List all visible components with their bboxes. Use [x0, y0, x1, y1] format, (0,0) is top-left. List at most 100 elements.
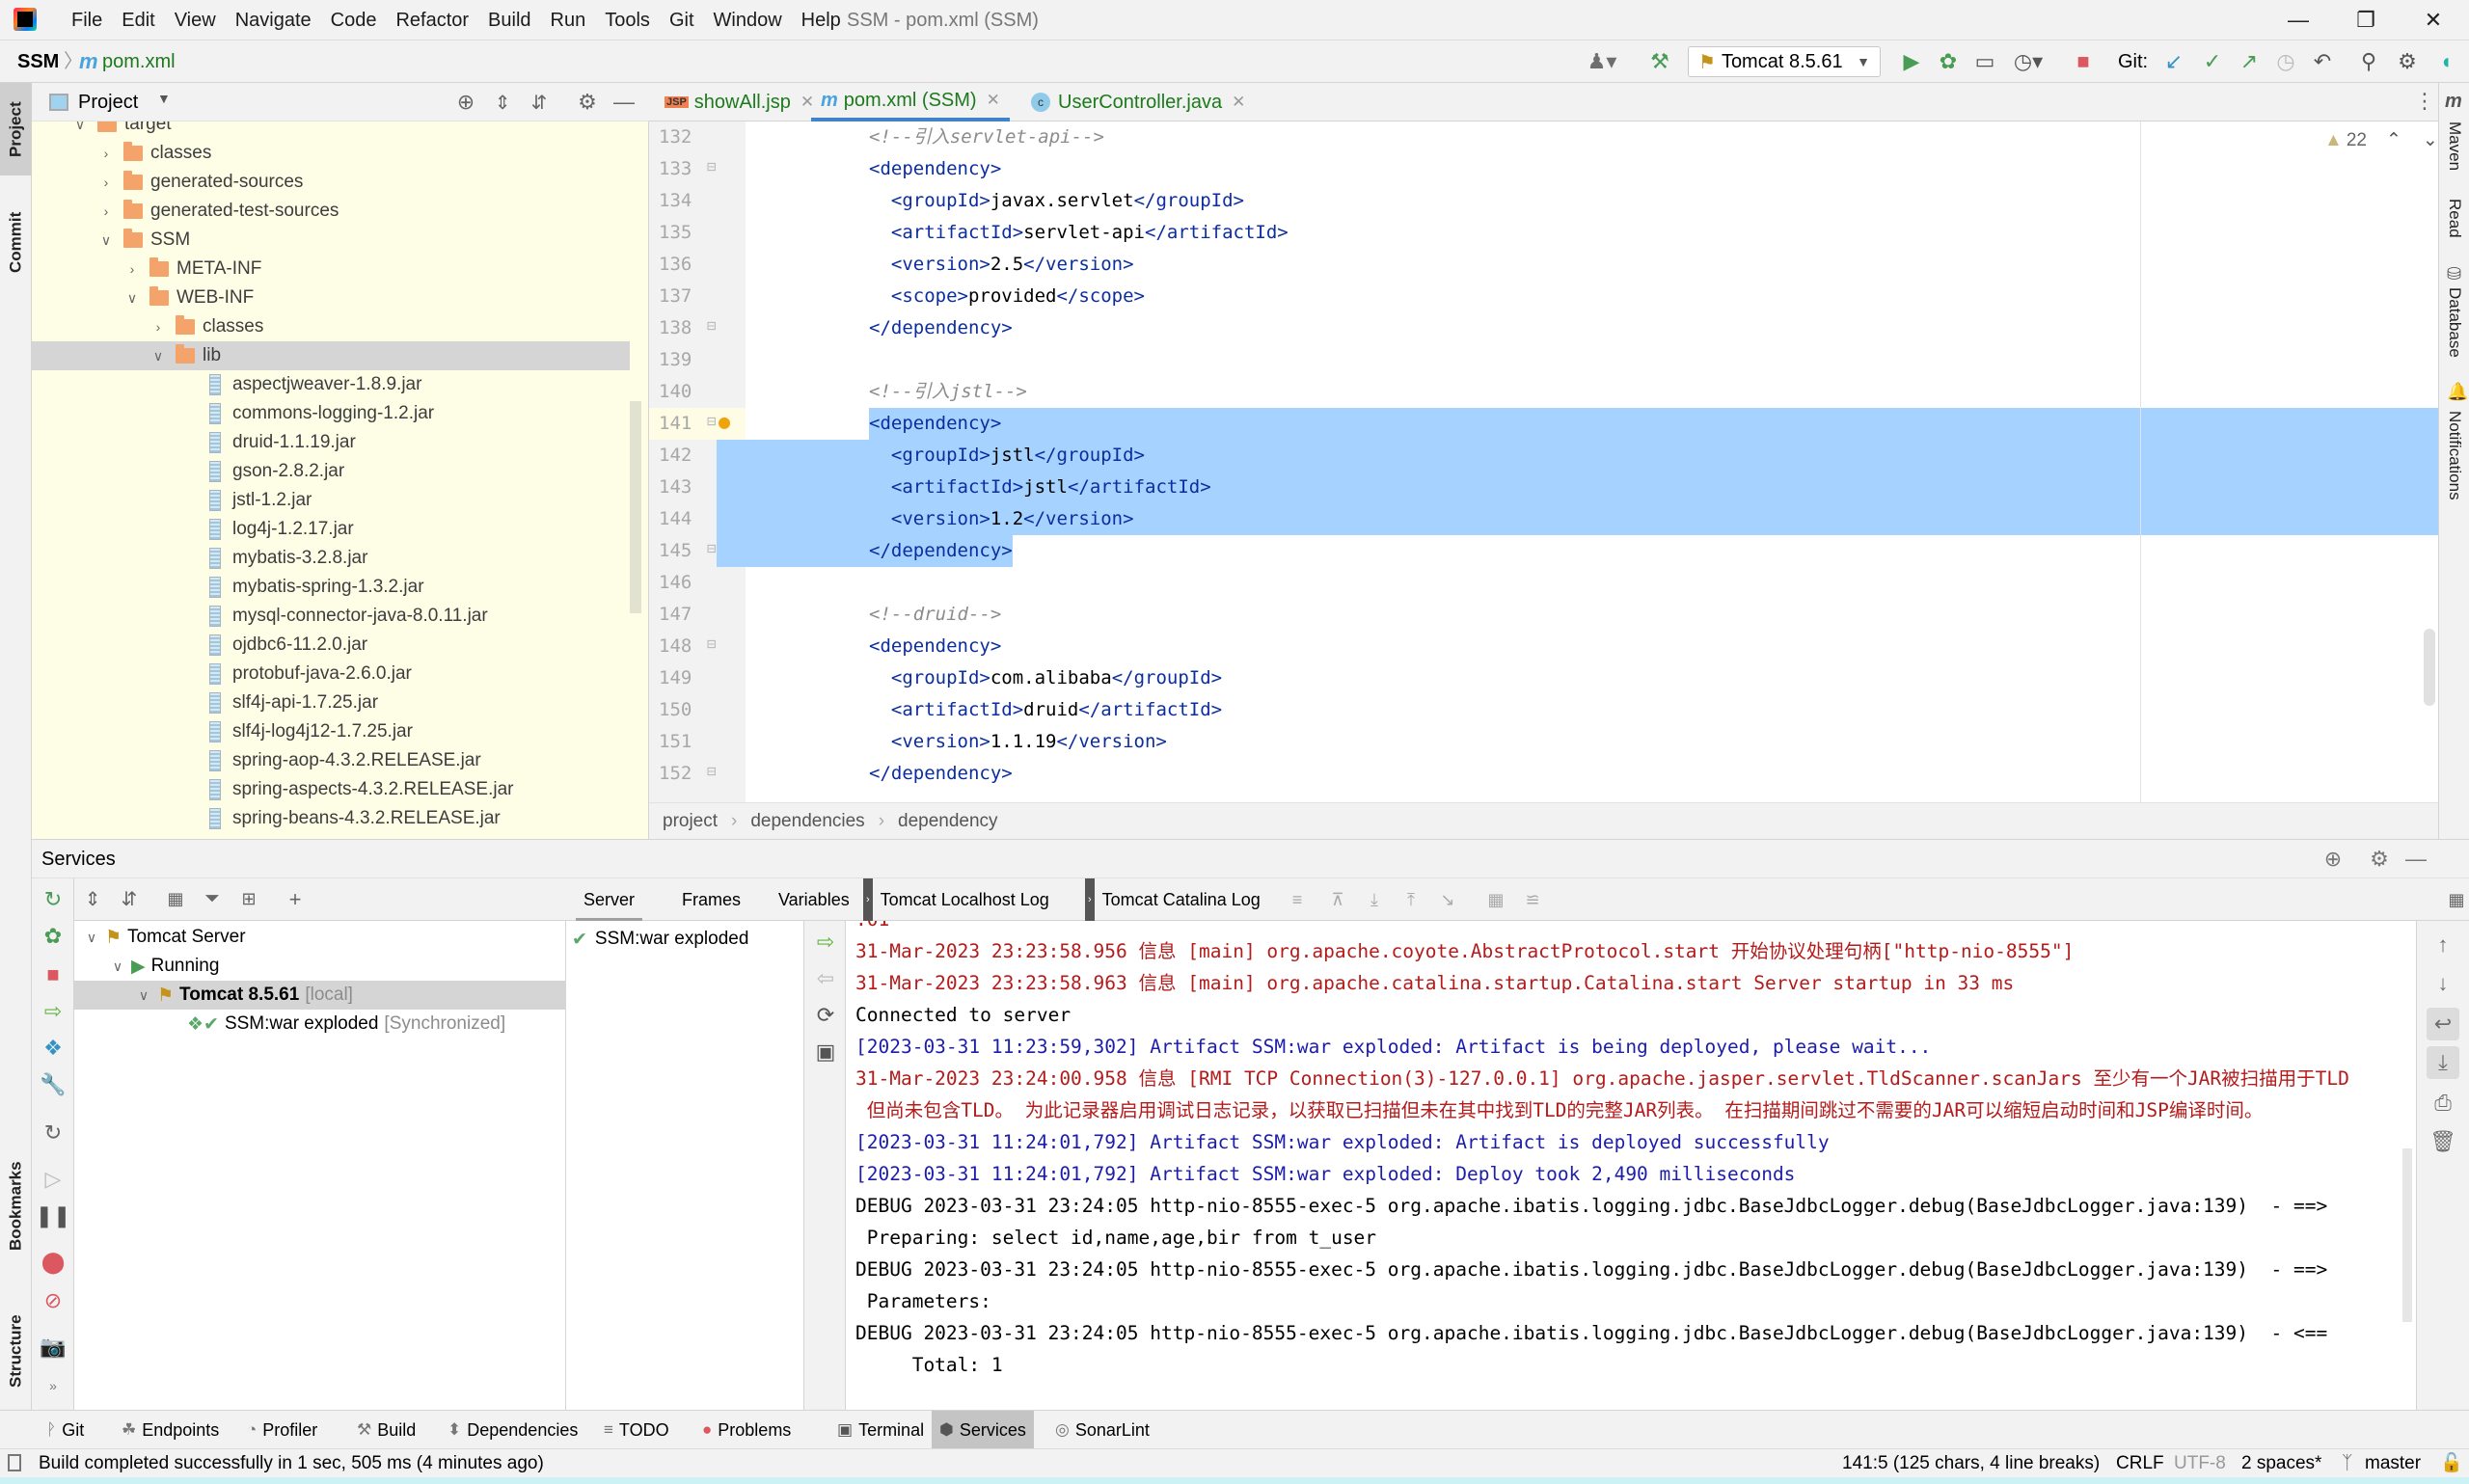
- fold-marker-icon[interactable]: ⊟: [707, 412, 717, 430]
- chevron-down-icon[interactable]: ▼: [157, 91, 171, 106]
- tree-item-jar[interactable]: jstl-1.2.jar: [32, 486, 630, 515]
- menu-run[interactable]: Run: [541, 0, 596, 40]
- tool-tab-maven[interactable]: Maven: [2439, 121, 2469, 179]
- chevron-right-icon[interactable]: ›: [98, 146, 114, 161]
- tree-item-jar[interactable]: protobuf-java-2.6.0.jar: [32, 660, 630, 688]
- tree-item-jar[interactable]: commons-logging-1.2.jar: [32, 399, 630, 428]
- menu-window[interactable]: Window: [704, 0, 792, 40]
- chevron-right-icon[interactable]: ›: [150, 319, 166, 335]
- tool-window-terminal[interactable]: ▣ Terminal: [829, 1411, 932, 1449]
- tree-item-folder[interactable]: ∨ lib: [32, 341, 630, 370]
- tab-variables[interactable]: Variables: [771, 878, 857, 921]
- git-push-icon[interactable]: ↗: [2234, 46, 2265, 77]
- tree-item-folder[interactable]: ∨ WEB-INF: [32, 283, 630, 312]
- tree-item-jar[interactable]: gson-2.8.2.jar: [32, 457, 630, 486]
- fold-marker-icon[interactable]: ⊟: [707, 634, 717, 653]
- git-history-icon[interactable]: ◷: [2270, 46, 2301, 77]
- menu-refactor[interactable]: Refactor: [386, 0, 478, 40]
- tool-tab-commit[interactable]: Commit: [0, 189, 32, 295]
- scroll-up-arrow-icon[interactable]: ↑: [2427, 929, 2459, 961]
- chevron-down-icon[interactable]: ∨: [110, 958, 125, 975]
- stop-icon[interactable]: ■: [40, 961, 67, 988]
- intention-bulb-icon[interactable]: ●: [719, 410, 730, 433]
- profile-icon[interactable]: ◷▾: [2006, 46, 2050, 77]
- edit-config-wrench-icon[interactable]: 🔧: [40, 1071, 67, 1098]
- chevron-down-icon[interactable]: ∨: [150, 348, 166, 364]
- expand-all-icon[interactable]: ⇕: [74, 887, 111, 911]
- tool-tab-read[interactable]: Read: [2439, 199, 2469, 247]
- breadcrumb-project[interactable]: SSM: [17, 40, 59, 83]
- mute-breakpoints-icon[interactable]: ⊘: [40, 1287, 67, 1314]
- tool-window-endpoints[interactable]: ☘ Endpoints: [114, 1411, 227, 1449]
- tree-item-folder[interactable]: › classes: [32, 312, 630, 341]
- inspection-widget[interactable]: ▲ 22 ⌃ ⌄: [2324, 129, 2438, 151]
- layout-settings-icon[interactable]: ▦: [2443, 886, 2469, 913]
- filter-icon[interactable]: ⏷: [194, 888, 231, 910]
- tree-item-jar[interactable]: log4j-1.2.17.jar: [32, 515, 630, 544]
- rollback-icon[interactable]: ↶: [2307, 46, 2338, 77]
- tab-showall-jsp[interactable]: JSP showAll.jsp ✕: [655, 83, 824, 121]
- run-configuration-select[interactable]: ⚑ Tomcat 8.5.61 ▼: [1688, 46, 1881, 77]
- tree-item-jar[interactable]: spring-aspects-4.3.2.RELEASE.jar: [32, 775, 630, 804]
- print-icon[interactable]: ⎙: [2427, 1087, 2459, 1120]
- tool-window-problems[interactable]: ● Problems: [694, 1411, 799, 1449]
- update-icon[interactable]: ⟳: [812, 1002, 839, 1029]
- new-tab-icon[interactable]: ⊞: [231, 889, 267, 909]
- tool-tab-bookmarks[interactable]: Bookmarks: [0, 1144, 32, 1269]
- tree-item-jar[interactable]: ojdbc6-11.2.0.jar: [32, 631, 630, 660]
- scroll-to-end-icon[interactable]: ⤓: [2427, 1046, 2459, 1079]
- code-with-me-icon[interactable]: ◖: [2430, 46, 2461, 77]
- refresh-icon[interactable]: ↻: [40, 1120, 67, 1147]
- next-highlight-icon[interactable]: ⌄: [2423, 129, 2438, 151]
- soft-wrap-list-icon[interactable]: ≡: [1284, 886, 1311, 913]
- breadcrumb-dependencies[interactable]: dependencies: [750, 811, 864, 832]
- minimize-button[interactable]: —: [2265, 0, 2332, 40]
- deployment-item[interactable]: ✔ SSM:war exploded: [572, 925, 748, 954]
- add-service-icon[interactable]: +: [277, 887, 313, 912]
- trace-icon[interactable]: ≌: [1519, 886, 1546, 913]
- chevron-right-icon[interactable]: ›: [98, 203, 114, 219]
- tool-window-git[interactable]: ᚹ Git: [39, 1411, 92, 1449]
- settings-gear-icon[interactable]: ⚙: [2392, 46, 2423, 77]
- caret-position[interactable]: 141:5 (125 chars, 4 line breaks): [1842, 1449, 2100, 1478]
- tree-item-jar[interactable]: druid-1.1.19.jar: [32, 428, 630, 457]
- chevron-right-icon[interactable]: ›: [124, 261, 140, 277]
- tab-usercontroller-java[interactable]: c UserController.java ✕: [1021, 83, 1255, 121]
- tree-item-jar[interactable]: mysql-connector-java-8.0.11.jar: [32, 602, 630, 631]
- undeploy-icon[interactable]: ⇦: [812, 965, 839, 992]
- tool-window-sonarlint[interactable]: ◎ SonarLint: [1047, 1411, 1157, 1449]
- menu-view[interactable]: View: [165, 0, 226, 40]
- soft-wrap-icon[interactable]: ↩: [2427, 1008, 2459, 1040]
- more-actions-icon[interactable]: »: [40, 1372, 67, 1399]
- more-options-icon[interactable]: ⋮: [2414, 89, 2435, 114]
- status-message[interactable]: Build completed successfully in 1 sec, 5…: [39, 1449, 544, 1478]
- chevron-down-icon[interactable]: ∨: [136, 987, 151, 1004]
- previous-highlight-icon[interactable]: ⌃: [2386, 129, 2401, 151]
- collapse-all-icon[interactable]: ⇵: [526, 89, 553, 116]
- coverage-icon[interactable]: ▭: [1969, 46, 2000, 77]
- tool-tab-database[interactable]: Database: [2439, 287, 2469, 364]
- close-tab-icon[interactable]: ✕: [987, 91, 1000, 110]
- toggle-tool-windows-icon[interactable]: [8, 1454, 21, 1471]
- tab-tomcat-catalina-log[interactable]: › Tomcat Catalina Log: [1077, 878, 1268, 921]
- locate-icon[interactable]: ⊕: [2320, 846, 2347, 873]
- restore-button[interactable]: ❐: [2332, 0, 2400, 40]
- fold-marker-icon[interactable]: ⊟: [707, 316, 717, 335]
- breadcrumb-project[interactable]: project: [663, 811, 718, 832]
- tab-tomcat-localhost-log[interactable]: › Tomcat Localhost Log: [855, 878, 1057, 921]
- chevron-down-icon[interactable]: ∨: [72, 121, 88, 133]
- fold-marker-icon[interactable]: ⊟: [707, 762, 717, 780]
- menu-tools[interactable]: Tools: [595, 0, 660, 40]
- project-view-selector[interactable]: Project: [78, 83, 138, 121]
- service-tree-item[interactable]: ❖✔ SSM:war exploded [Synchronized]: [74, 1010, 566, 1039]
- tree-item-jar[interactable]: aspectjweaver-1.8.9.jar: [32, 370, 630, 399]
- indent-setting[interactable]: 2 spaces*: [2241, 1449, 2321, 1478]
- menu-navigate[interactable]: Navigate: [226, 0, 321, 40]
- menu-build[interactable]: Build: [478, 0, 540, 40]
- tree-item-folder[interactable]: › META-INF: [32, 255, 630, 283]
- group-by-icon[interactable]: ▦: [157, 889, 194, 909]
- open-in-browser-icon[interactable]: ▣: [812, 1039, 839, 1066]
- settings-gear-icon[interactable]: ⚙: [574, 89, 601, 116]
- close-button[interactable]: ✕: [2400, 0, 2467, 40]
- expand-all-icon[interactable]: ⇕: [489, 89, 516, 116]
